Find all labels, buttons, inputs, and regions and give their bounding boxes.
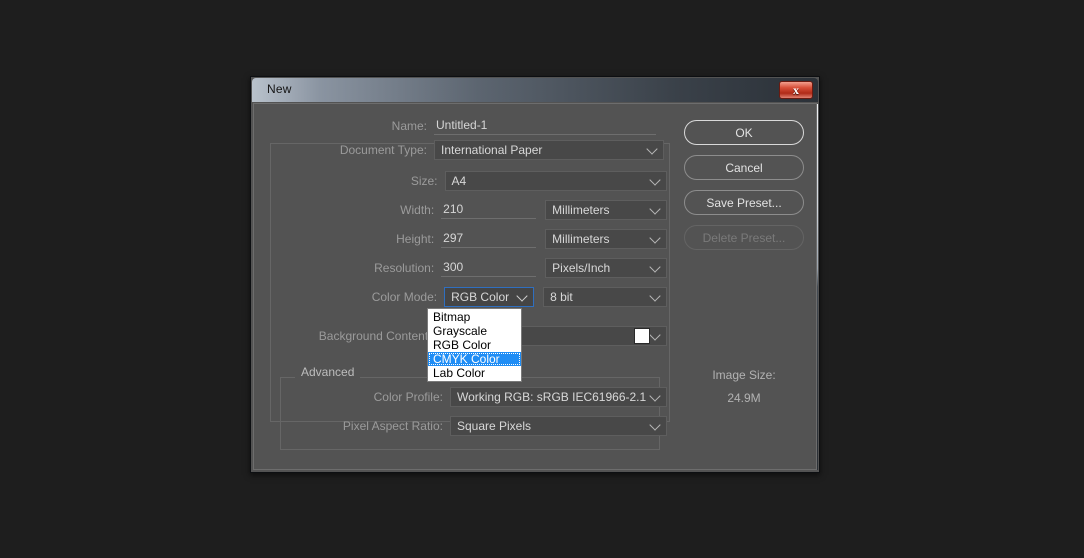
background-contents-label: Background Contents: <box>318 329 438 343</box>
name-input[interactable] <box>434 117 656 135</box>
resolution-label: Resolution: <box>374 261 435 275</box>
width-label: Width: <box>400 203 435 217</box>
resolution-input[interactable] <box>441 259 537 277</box>
width-unit-select[interactable]: Millimeters <box>545 200 667 220</box>
chevron-down-icon <box>649 329 661 341</box>
color-depth-value: 8 bit <box>550 290 573 304</box>
dropdown-item-grayscale[interactable]: Grayscale <box>428 324 521 338</box>
size-row: Size: A4 <box>275 171 667 191</box>
size-select[interactable]: A4 <box>444 171 667 191</box>
width-row: Width: Millimeters <box>275 200 667 220</box>
image-size-title: Image Size: <box>712 368 776 382</box>
chevron-down-icon <box>649 203 661 215</box>
save-preset-button[interactable]: Save Preset... <box>684 190 804 215</box>
color-mode-label: Color Mode: <box>371 290 438 304</box>
color-depth-select[interactable]: 8 bit <box>543 287 667 307</box>
ok-button[interactable]: OK <box>684 120 804 145</box>
size-label: Size: <box>410 174 438 188</box>
pixel-aspect-ratio-label: Pixel Aspect Ratio: <box>342 419 443 433</box>
dropdown-item-bitmap[interactable]: Bitmap <box>428 310 521 324</box>
document-type-value: International Paper <box>441 143 543 157</box>
document-type-row: Document Type: International Paper <box>275 140 667 160</box>
chevron-down-icon <box>646 143 658 155</box>
color-profile-select[interactable]: Working RGB: sRGB IEC61966-2.1 <box>449 387 667 407</box>
size-value: A4 <box>451 174 467 188</box>
delete-preset-button: Delete Preset... <box>684 225 804 250</box>
width-input[interactable] <box>441 201 537 219</box>
chevron-down-icon <box>649 232 661 244</box>
delete-preset-button-label: Delete Preset... <box>702 230 786 245</box>
dropdown-item-cmyk-color[interactable]: CMYK Color <box>428 352 521 366</box>
color-mode-value: RGB Color <box>451 290 510 304</box>
height-input[interactable] <box>441 230 537 248</box>
resolution-row: Resolution: Pixels/Inch <box>275 258 667 278</box>
image-size-value: 24.9M <box>727 391 761 405</box>
dropdown-item-rgb-color[interactable]: RGB Color <box>428 338 521 352</box>
chevron-down-icon <box>516 290 528 302</box>
close-button[interactable]: x <box>779 81 813 99</box>
name-label: Name: <box>391 119 427 133</box>
height-label: Height: <box>396 232 435 246</box>
width-unit-value: Millimeters <box>552 203 610 217</box>
close-x-icon: x <box>793 83 799 97</box>
dialog-title: New <box>267 82 292 96</box>
chevron-down-icon <box>649 290 661 302</box>
new-document-dialog: New x Name: Document Type: International… <box>250 76 820 473</box>
dialog-titlebar[interactable]: New x <box>252 78 818 102</box>
resolution-unit-value: Pixels/Inch <box>552 261 611 275</box>
height-row: Height: Millimeters <box>275 229 667 249</box>
resolution-unit-select[interactable]: Pixels/Inch <box>545 258 667 278</box>
chevron-down-icon <box>649 174 661 186</box>
height-unit-value: Millimeters <box>552 232 610 246</box>
chevron-down-icon <box>649 390 661 402</box>
color-mode-row: Color Mode: RGB Color 8 bit <box>275 287 667 307</box>
advanced-group-label: Advanced <box>295 365 361 379</box>
height-unit-select[interactable]: Millimeters <box>545 229 667 249</box>
cancel-button-label: Cancel <box>725 160 763 175</box>
document-type-select[interactable]: International Paper <box>434 140 664 160</box>
background-color-swatch[interactable] <box>634 328 650 344</box>
cancel-button[interactable]: Cancel <box>684 155 804 180</box>
ok-button-label: OK <box>735 125 753 140</box>
pixel-aspect-ratio-select[interactable]: Square Pixels <box>449 416 667 436</box>
color-profile-value: Working RGB: sRGB IEC61966-2.1 <box>456 390 647 404</box>
chevron-down-icon <box>649 419 661 431</box>
dropdown-item-lab-color[interactable]: Lab Color <box>428 366 521 380</box>
pixel-aspect-ratio-row: Pixel Aspect Ratio: Square Pixels <box>275 416 667 436</box>
name-row: Name: <box>275 116 667 136</box>
color-mode-select[interactable]: RGB Color <box>444 287 535 307</box>
chevron-down-icon <box>649 261 661 273</box>
save-preset-button-label: Save Preset... <box>706 195 782 210</box>
color-profile-row: Color Profile: Working RGB: sRGB IEC6196… <box>275 387 667 407</box>
pixel-aspect-ratio-value: Square Pixels <box>456 419 532 433</box>
document-type-label: Document Type: <box>339 143 427 157</box>
color-profile-label: Color Profile: <box>373 390 443 404</box>
desktop-background: New x Name: Document Type: International… <box>0 0 1084 558</box>
color-mode-dropdown-list[interactable]: Bitmap Grayscale RGB Color CMYK Color La… <box>427 308 522 382</box>
